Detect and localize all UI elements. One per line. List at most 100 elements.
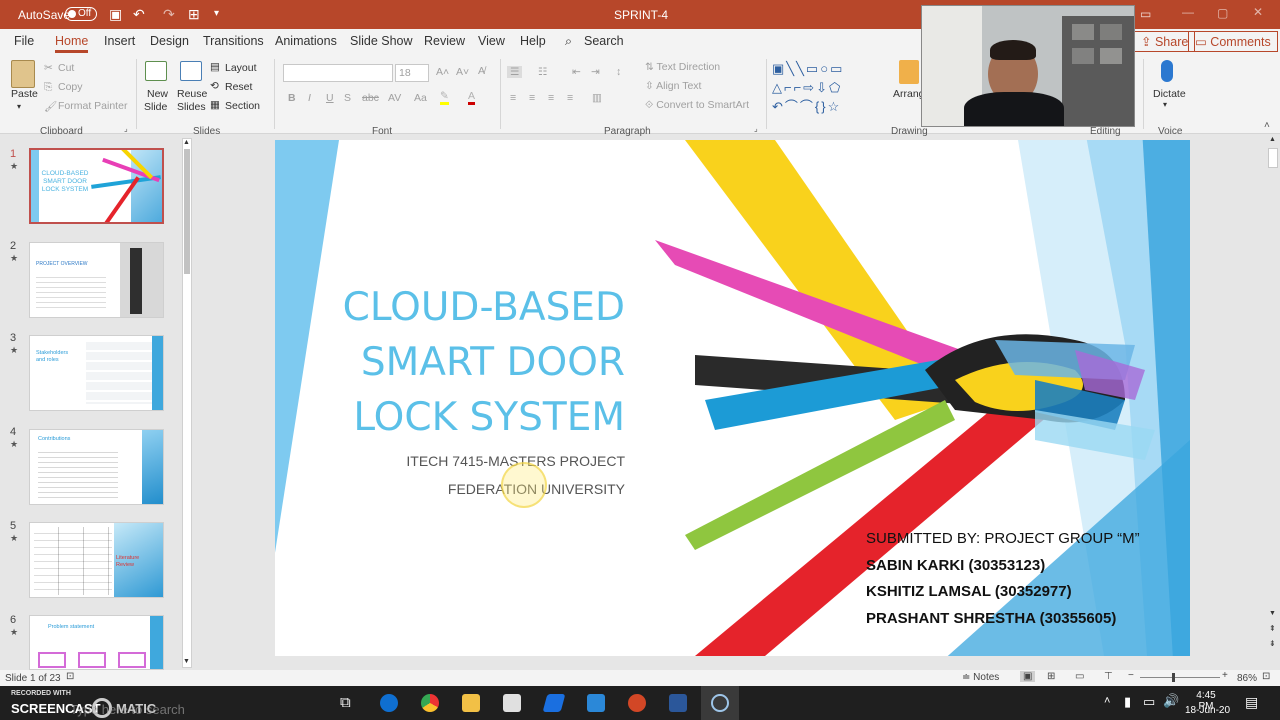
slide-subtitle[interactable]: ITECH 7415-MASTERS PROJECT FEDERATION UN… (375, 447, 625, 503)
file-explorer-icon[interactable] (462, 694, 480, 712)
thumbnail-scrollbar[interactable]: ▲ ▼ (182, 138, 192, 668)
decrease-indent-icon[interactable]: ⇤ (572, 66, 581, 78)
new-slide-button[interactable]: New (147, 88, 168, 100)
reset-button[interactable]: Reset (225, 81, 252, 93)
dictate-dropdown-icon[interactable]: ▾ (1163, 100, 1167, 109)
tab-file[interactable]: File (14, 34, 34, 48)
network-icon[interactable]: ▭ (1143, 694, 1155, 710)
font-size-field[interactable]: 18 (395, 64, 429, 82)
search-icon[interactable]: ⌕ (565, 34, 572, 49)
tab-animations[interactable]: Animations (275, 34, 337, 48)
char-spacing-icon[interactable]: AV (388, 92, 401, 104)
search-box[interactable]: Search (584, 34, 624, 48)
show-hidden-icons[interactable]: ˄ (1104, 695, 1110, 707)
align-center-icon[interactable]: ≡ (529, 92, 535, 104)
font-color-icon[interactable]: A (468, 90, 476, 105)
line-spacing-icon[interactable]: ↕ (616, 66, 621, 78)
tab-home[interactable]: Home (55, 34, 89, 53)
reuse-slides-icon[interactable] (180, 61, 202, 81)
customize-qat-icon[interactable]: ▾ (214, 6, 219, 22)
slide-sorter-icon[interactable]: ⊞ (1047, 671, 1055, 682)
new-slide-label[interactable]: Slide (144, 101, 167, 113)
slide-thumbnail-2[interactable]: PROJECT OVERVIEW (29, 242, 164, 318)
mail-icon[interactable] (587, 694, 605, 712)
increase-indent-icon[interactable]: ⇥ (591, 66, 600, 78)
tab-insert[interactable]: Insert (104, 34, 135, 48)
font-name-field[interactable] (283, 64, 393, 82)
minimize-icon[interactable]: — (1182, 5, 1194, 19)
ribbon-display-icon[interactable]: ▭ (1140, 7, 1151, 21)
copy-button[interactable]: Copy (58, 81, 83, 93)
notes-button[interactable]: ≐ Notes (962, 672, 999, 683)
change-case-icon[interactable]: Aa (414, 92, 427, 104)
present-icon[interactable]: ⊞ (188, 6, 200, 22)
screencast-taskbar-button[interactable] (701, 686, 739, 720)
layout-button[interactable]: Layout (225, 62, 257, 74)
microphone-tray-icon[interactable]: ▮ (1124, 694, 1131, 710)
undo-icon[interactable]: ↶ (133, 6, 145, 22)
clipboard-launcher-icon[interactable]: ⌟ (124, 124, 128, 133)
bold-icon[interactable]: B (288, 92, 296, 104)
microphone-icon[interactable] (1161, 60, 1173, 82)
tab-slide-show[interactable]: Slide Show (350, 34, 413, 48)
section-button[interactable]: Section (225, 100, 260, 112)
word-icon[interactable] (669, 694, 687, 712)
columns-icon[interactable]: ▥ (592, 92, 602, 104)
close-icon[interactable]: ✕ (1253, 5, 1263, 19)
grow-font-icon[interactable]: A˄ (436, 66, 449, 78)
task-view-icon[interactable]: ⧉ (340, 694, 351, 711)
fit-slide-icon[interactable]: ⊡ (1262, 671, 1270, 682)
cut-button[interactable]: Cut (58, 62, 74, 74)
new-slide-icon[interactable] (145, 61, 167, 81)
taskbar-search-box[interactable]: Type here to search (70, 702, 185, 717)
zoom-level[interactable]: 86% (1237, 673, 1257, 684)
slide-title[interactable]: CLOUD-BASED SMART DOOR LOCK SYSTEM (325, 280, 625, 445)
paste-icon[interactable] (11, 60, 35, 88)
previous-slide-icon[interactable]: ⇞ (1269, 624, 1276, 633)
notification-icon[interactable]: ▤ (1245, 694, 1258, 711)
comments-button[interactable]: ▭ Comments (1188, 31, 1278, 52)
strikethrough-icon[interactable]: abc (362, 92, 379, 104)
slide-scrollbar[interactable]: ▲ ▼ ⇞ ⇟ (1266, 134, 1280, 670)
paste-button[interactable]: Paste (11, 88, 38, 100)
autosave-toggle[interactable]: Off (65, 7, 97, 21)
clock-date[interactable]: 18-Jun-20 (1185, 705, 1230, 716)
powerpoint-icon[interactable] (628, 694, 646, 712)
save-icon[interactable]: ▣ (109, 6, 122, 22)
highlight-icon[interactable]: ✎ (440, 90, 449, 105)
layout-icon[interactable]: ▤ (210, 61, 220, 73)
arrange-icon[interactable] (899, 60, 919, 84)
slide-thumbnail-4[interactable]: Contributions (29, 429, 164, 505)
section-icon[interactable]: ▦ (210, 99, 220, 111)
paste-dropdown-icon[interactable]: ▾ (17, 102, 21, 111)
pen-app-icon[interactable] (542, 694, 566, 712)
arrange-button[interactable]: Arrang (893, 88, 925, 100)
next-slide-icon[interactable]: ⇟ (1269, 639, 1276, 648)
zoom-in-icon[interactable]: + (1222, 670, 1228, 681)
slideshow-icon[interactable]: ⊤ (1104, 671, 1113, 682)
tab-help[interactable]: Help (520, 34, 546, 48)
maximize-icon[interactable]: ▢ (1217, 6, 1228, 20)
reading-view-icon[interactable]: ▭ (1075, 671, 1084, 682)
store-icon[interactable] (503, 694, 521, 712)
slide-canvas[interactable]: CLOUD-BASED SMART DOOR LOCK SYSTEM ITECH… (275, 140, 1190, 656)
submitted-by-block[interactable]: SUBMITTED BY: PROJECT GROUP “M” SABIN KA… (866, 526, 1186, 632)
clear-formatting-icon[interactable]: A̸ (478, 65, 485, 77)
justify-icon[interactable]: ≡ (567, 92, 573, 104)
italic-icon[interactable]: I (308, 92, 311, 104)
zoom-slider[interactable] (1140, 677, 1220, 678)
slide-thumbnail-3[interactable]: Stakeholders and roles (29, 335, 164, 411)
reset-icon[interactable]: ⟲ (210, 80, 219, 92)
spelling-icon[interactable]: ⊡ (66, 671, 74, 682)
zoom-slider-thumb[interactable] (1172, 673, 1175, 682)
shapes-gallery[interactable]: ▣╲╲▭○▭ △⌐⌐⇨⇩⬠ ↶⌒⌒{}☆ (772, 59, 892, 117)
numbering-icon[interactable]: ☷ (538, 66, 547, 78)
dictate-button[interactable]: Dictate (1153, 88, 1186, 100)
volume-icon[interactable]: 🔊 (1163, 693, 1179, 709)
tab-transitions[interactable]: Transitions (203, 34, 264, 48)
align-right-icon[interactable]: ≡ (548, 92, 554, 104)
format-painter-button[interactable]: Format Painter (58, 100, 127, 112)
slide-thumbnail-5[interactable]: Literature Review (29, 522, 164, 598)
zoom-out-icon[interactable]: − (1128, 670, 1134, 681)
paragraph-launcher-icon[interactable]: ⌟ (754, 124, 758, 133)
